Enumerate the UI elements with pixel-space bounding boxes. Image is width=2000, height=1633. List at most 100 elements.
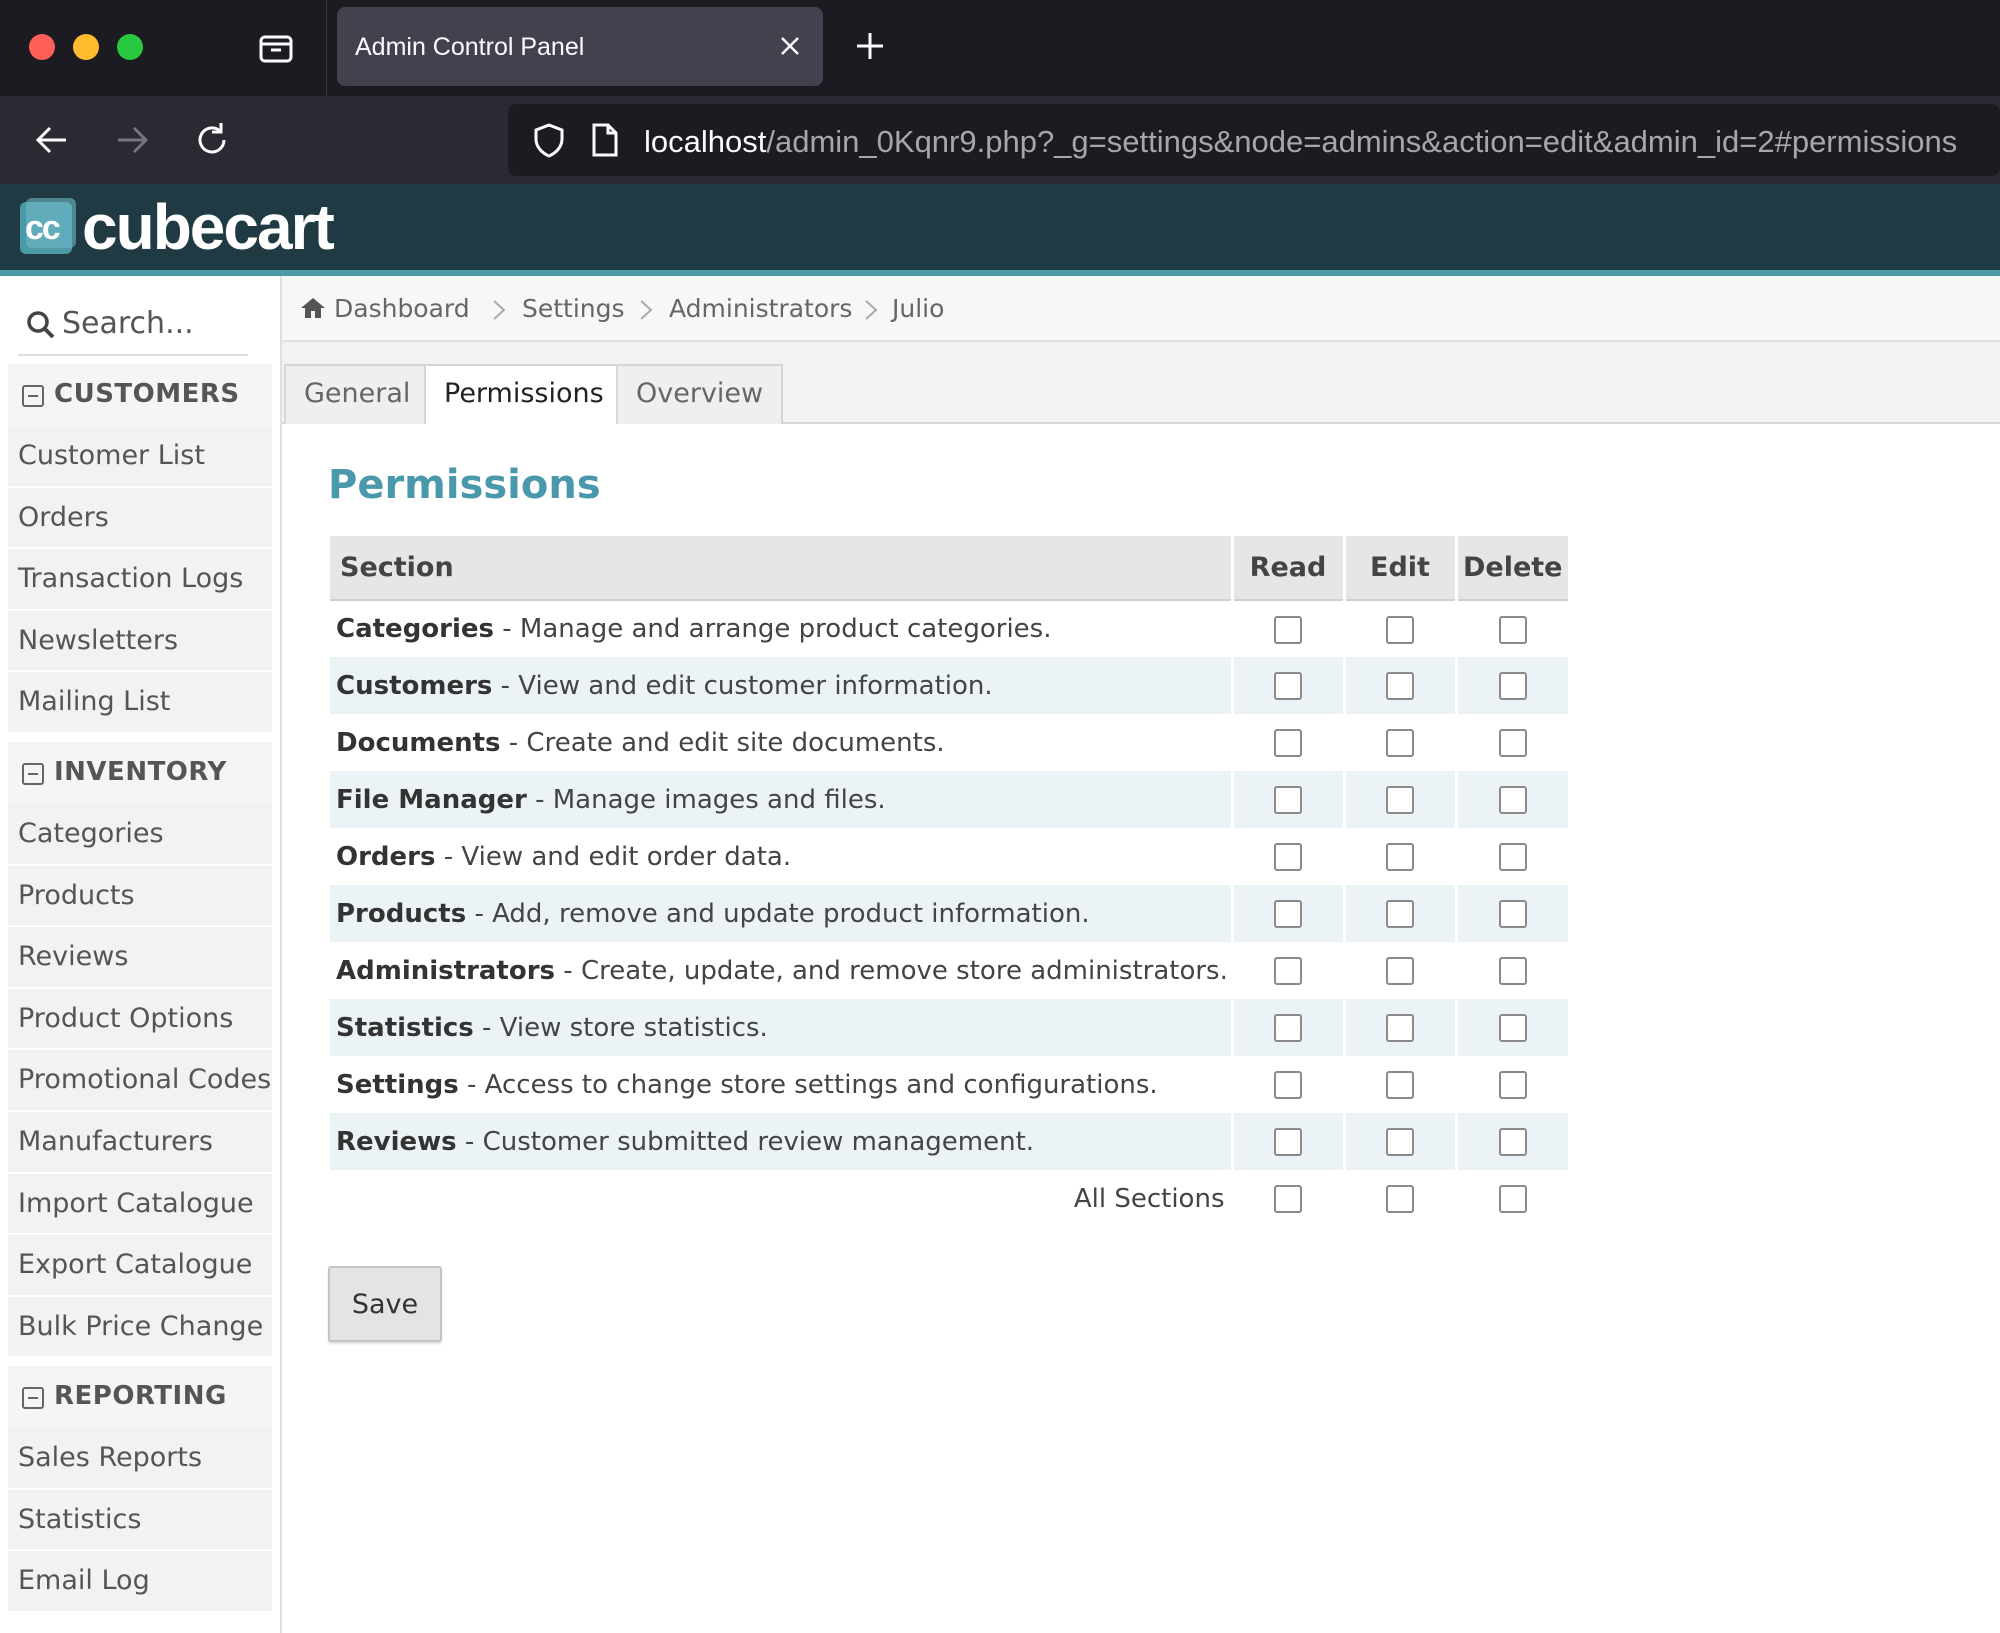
window-minimize-button[interactable]: [73, 34, 99, 60]
sidebar-item-products[interactable]: Products: [8, 865, 272, 928]
section-cell: Documents - Create and edit site documen…: [330, 714, 1232, 771]
collapse-icon[interactable]: [22, 1387, 44, 1409]
read-checkbox[interactable]: [1274, 729, 1302, 757]
delete-checkbox[interactable]: [1498, 1071, 1527, 1099]
breadcrumb-dashboard[interactable]: Dashboard: [334, 294, 470, 323]
sidebar-item-manufacturers[interactable]: Manufacturers: [8, 1111, 272, 1174]
url-bar[interactable]: localhost/admin_0Kqnr9.php?_g=settings&n…: [508, 104, 2000, 176]
table-row: File Manager - Manage images and files.: [330, 771, 1568, 828]
logo-mark-text: cc: [25, 209, 61, 247]
collapse-icon[interactable]: [22, 385, 44, 407]
breadcrumb-settings[interactable]: Settings: [522, 294, 625, 323]
edit-all-checkbox[interactable]: [1386, 1185, 1414, 1213]
delete-checkbox[interactable]: [1498, 729, 1527, 757]
read-checkbox[interactable]: [1274, 1071, 1302, 1099]
cubecart-logo-icon[interactable]: cc: [18, 196, 78, 258]
search-icon: [26, 310, 56, 340]
nav-section-header[interactable]: INVENTORY: [8, 742, 272, 804]
back-arrow-icon[interactable]: [30, 118, 74, 162]
edit-checkbox[interactable]: [1386, 843, 1414, 871]
reload-icon[interactable]: [190, 118, 234, 162]
sidebar-item-promotional-codes[interactable]: Promotional Codes: [8, 1050, 272, 1112]
sidebar-item-product-options[interactable]: Product Options: [8, 988, 272, 1051]
delete-checkbox[interactable]: [1498, 786, 1527, 814]
sidebar-item-categories[interactable]: Categories: [8, 804, 272, 866]
sidebar-item-label: Manufacturers: [18, 1125, 213, 1157]
sidebar-item-export-catalogue[interactable]: Export Catalogue: [8, 1235, 272, 1297]
table-row: Documents - Create and edit site documen…: [330, 714, 1568, 771]
all-sections-row: All Sections: [330, 1170, 1568, 1227]
tab-overview-icon[interactable]: [256, 28, 296, 68]
sidebar-item-orders[interactable]: Orders: [8, 487, 272, 550]
search-input[interactable]: [62, 302, 242, 344]
delete-checkbox[interactable]: [1498, 957, 1527, 985]
nav-section-header[interactable]: CUSTOMERS: [8, 364, 272, 426]
nav-section-header[interactable]: REPORTING: [8, 1366, 272, 1428]
section-description: - View store statistics.: [473, 1012, 768, 1043]
sidebar-item-email-log[interactable]: Email Log: [8, 1551, 272, 1613]
home-icon[interactable]: [300, 297, 326, 319]
sidebar-item-label: Transaction Logs: [18, 563, 244, 595]
table-row: Administrators - Create, update, and rem…: [330, 942, 1568, 999]
new-tab-plus-icon[interactable]: [852, 28, 888, 64]
delete-checkbox[interactable]: [1498, 900, 1527, 928]
breadcrumb-administrators[interactable]: Administrators: [669, 294, 852, 323]
tab-overview[interactable]: Overview: [616, 364, 784, 426]
read-checkbox[interactable]: [1274, 843, 1302, 871]
delete-checkbox[interactable]: [1498, 1014, 1527, 1042]
save-button[interactable]: Save: [328, 1266, 442, 1342]
shield-icon[interactable]: [530, 121, 568, 159]
breadcrumb-current[interactable]: Julio: [892, 294, 944, 323]
section-name: Categories: [336, 614, 495, 644]
nav-section-reporting: REPORTING Sales Reports Statistics Email…: [8, 1366, 272, 1613]
delete-checkbox[interactable]: [1498, 843, 1527, 871]
section-name: Statistics: [336, 1012, 474, 1043]
read-checkbox[interactable]: [1274, 672, 1302, 700]
edit-checkbox[interactable]: [1386, 900, 1414, 928]
delete-all-checkbox[interactable]: [1498, 1185, 1527, 1213]
sidebar-item-sales-reports[interactable]: Sales Reports: [8, 1428, 272, 1490]
read-checkbox[interactable]: [1274, 615, 1302, 644]
delete-checkbox[interactable]: [1498, 672, 1527, 700]
delete-checkbox[interactable]: [1498, 615, 1527, 644]
logo-text[interactable]: cubecart: [82, 190, 335, 264]
browser-tab-active[interactable]: Admin Control Panel: [337, 7, 823, 86]
sidebar-item-mailing-list[interactable]: Mailing List: [8, 672, 272, 734]
read-checkbox[interactable]: [1274, 786, 1302, 814]
read-checkbox[interactable]: [1274, 1128, 1302, 1156]
close-icon[interactable]: [777, 33, 803, 59]
sidebar-item-label: Mailing List: [18, 686, 171, 718]
edit-checkbox[interactable]: [1386, 672, 1414, 700]
delete-checkbox[interactable]: [1498, 1128, 1527, 1156]
read-all-checkbox[interactable]: [1274, 1185, 1302, 1213]
tab-general[interactable]: General: [284, 364, 431, 426]
sidebar-item-bulk-price-change[interactable]: Bulk Price Change: [8, 1296, 272, 1359]
sidebar-item-statistics[interactable]: Statistics: [8, 1489, 272, 1552]
sidebar-item-import-catalogue[interactable]: Import Catalogue: [8, 1173, 272, 1236]
sidebar-item-newsletters[interactable]: Newsletters: [8, 610, 272, 673]
forward-arrow-icon[interactable]: [110, 118, 154, 162]
edit-checkbox[interactable]: [1386, 957, 1414, 985]
sidebar-item-transaction-logs[interactable]: Transaction Logs: [8, 549, 272, 611]
edit-checkbox[interactable]: [1386, 1128, 1414, 1156]
edit-checkbox[interactable]: [1386, 1014, 1414, 1042]
read-checkbox[interactable]: [1274, 900, 1302, 928]
sidebar-item-label: Statistics: [18, 1503, 142, 1535]
edit-checkbox[interactable]: [1386, 1071, 1414, 1099]
edit-checkbox[interactable]: [1386, 729, 1414, 757]
tab-permissions[interactable]: Permissions: [424, 364, 624, 426]
read-checkbox[interactable]: [1274, 957, 1302, 985]
table-row: Statistics - View store statistics.: [330, 999, 1568, 1056]
sidebar-item-reviews[interactable]: Reviews: [8, 927, 272, 989]
url-text[interactable]: localhost/admin_0Kqnr9.php?_g=settings&n…: [644, 124, 1957, 160]
edit-checkbox[interactable]: [1386, 786, 1414, 814]
section-cell: File Manager - Manage images and files.: [330, 771, 1232, 828]
column-header-delete: Delete: [1454, 536, 1568, 601]
window-maximize-button[interactable]: [117, 34, 143, 60]
edit-checkbox[interactable]: [1386, 615, 1414, 644]
read-checkbox[interactable]: [1274, 1014, 1302, 1042]
sidebar-item-customer-list[interactable]: Customer List: [8, 426, 272, 488]
section-cell: Products - Add, remove and update produc…: [330, 885, 1232, 942]
collapse-icon[interactable]: [22, 763, 44, 785]
window-close-button[interactable]: [29, 34, 55, 60]
